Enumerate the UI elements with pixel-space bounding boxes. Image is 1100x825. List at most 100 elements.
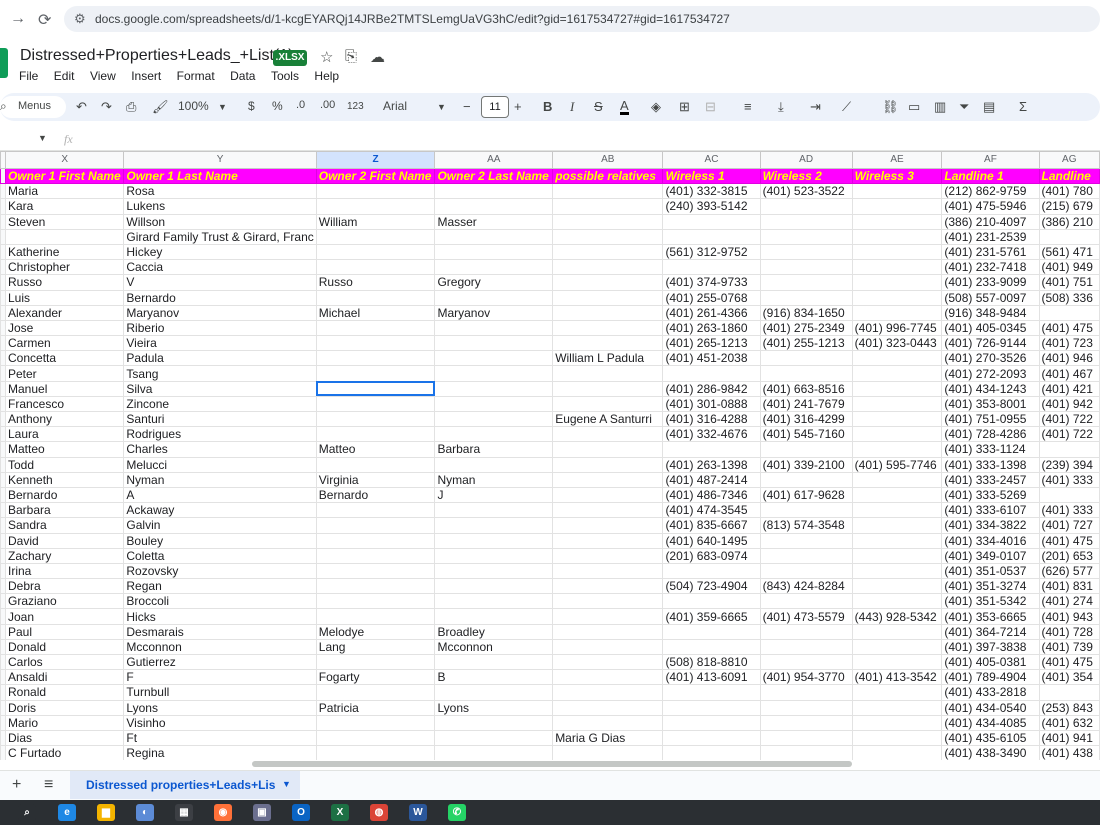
- cell-z[interactable]: [315, 395, 436, 413]
- cell-af[interactable]: (401) 333-6107: [941, 502, 1040, 519]
- cell-y[interactable]: Regan: [123, 578, 317, 595]
- cell-x[interactable]: Todd: [4, 456, 125, 473]
- cell-z[interactable]: [315, 426, 436, 443]
- cell-ag[interactable]: [1038, 684, 1100, 701]
- cell-z[interactable]: [315, 517, 436, 534]
- cell-ag[interactable]: (401) 949: [1038, 259, 1100, 276]
- cell-aa[interactable]: [434, 745, 554, 760]
- cell-ag[interactable]: (401) 467: [1038, 365, 1100, 382]
- cell-aa[interactable]: [434, 517, 554, 534]
- cell-ab[interactable]: [552, 714, 664, 731]
- fill-color-icon[interactable]: ◈: [651, 99, 661, 115]
- cell-ad[interactable]: (401) 473-5579: [759, 608, 853, 625]
- cell-ab[interactable]: [552, 426, 664, 443]
- cell-af[interactable]: (401) 353-6665: [941, 608, 1040, 625]
- cell-z[interactable]: [315, 593, 436, 610]
- cell-ab[interactable]: [552, 547, 664, 564]
- column-header-z[interactable]: Z: [315, 151, 436, 169]
- print-icon[interactable]: ⎙: [126, 99, 136, 115]
- paint-format-icon[interactable]: 🖌︎: [152, 99, 169, 115]
- cloud-status-icon[interactable]: ☁: [370, 48, 385, 66]
- cell-ag[interactable]: (401) 722: [1038, 410, 1100, 428]
- cell-ad[interactable]: [759, 213, 853, 230]
- cell-x[interactable]: Carlos: [4, 653, 125, 671]
- cell-ag[interactable]: (215) 679: [1038, 198, 1100, 215]
- cell-y[interactable]: F: [123, 669, 317, 686]
- cell-ad[interactable]: (401) 523-3522: [759, 183, 853, 200]
- cell-y[interactable]: Rosa: [123, 183, 317, 200]
- cell-ae[interactable]: [851, 486, 943, 504]
- name-box-dropdown-icon[interactable]: ▼: [38, 133, 47, 143]
- cell-ae[interactable]: [851, 259, 943, 276]
- decrease-decimal-button[interactable]: .0: [296, 99, 305, 111]
- cell-aa[interactable]: [434, 350, 554, 367]
- insert-link-icon[interactable]: ⛓︎: [882, 99, 899, 115]
- cell-x[interactable]: Concetta: [4, 350, 125, 367]
- taskbar-firefox-icon[interactable]: ◉: [214, 804, 232, 821]
- cell-ab[interactable]: [552, 395, 664, 413]
- cell-aa[interactable]: [434, 684, 554, 701]
- cell-ag[interactable]: (561) 471: [1038, 243, 1100, 261]
- cell-ac[interactable]: (561) 312-9752: [662, 243, 761, 261]
- menu-view[interactable]: View: [90, 69, 116, 83]
- redo-icon[interactable]: ↷: [101, 99, 112, 115]
- cell-ag[interactable]: (401) 946: [1038, 350, 1100, 367]
- cell-x[interactable]: Paul: [4, 623, 125, 640]
- search-menus-button[interactable]: ⌕ Menus: [0, 96, 66, 118]
- cell-ad[interactable]: [759, 471, 853, 488]
- cell-ag[interactable]: (239) 394: [1038, 456, 1100, 473]
- cell-y[interactable]: Galvin: [123, 517, 317, 534]
- cell-ab[interactable]: [552, 198, 664, 215]
- cell-ag[interactable]: [1038, 228, 1100, 245]
- cell-ae[interactable]: [851, 441, 943, 458]
- cell-aa[interactable]: Masser: [434, 213, 554, 230]
- menu-edit[interactable]: Edit: [54, 69, 75, 83]
- add-sheet-button[interactable]: +: [12, 776, 21, 794]
- cell-ac[interactable]: (401) 286-9842: [662, 380, 761, 397]
- cell-x[interactable]: C Furtado: [4, 745, 125, 760]
- cell-af[interactable]: Landline 1: [941, 167, 1040, 185]
- column-header-ac[interactable]: AC: [662, 151, 761, 169]
- cell-x[interactable]: Kara: [4, 198, 125, 215]
- cell-ad[interactable]: [759, 638, 853, 656]
- cell-ab[interactable]: William L Padula: [552, 350, 664, 367]
- cell-ae[interactable]: [851, 304, 943, 321]
- cell-af[interactable]: (401) 333-1124: [941, 441, 1040, 458]
- cell-af[interactable]: (401) 364-7214: [941, 623, 1040, 640]
- cell-ae[interactable]: (401) 595-7746: [851, 456, 943, 473]
- cell-ad[interactable]: (401) 545-7160: [759, 426, 853, 443]
- cell-z[interactable]: [315, 319, 436, 337]
- cell-aa[interactable]: [434, 365, 554, 382]
- cell-af[interactable]: (401) 349-0107: [941, 547, 1040, 564]
- spreadsheet-grid[interactable]: X Y Z AA AB AC AD AE AF AG Owner 1 First Name Owne…: [0, 151, 1100, 760]
- cell-ab[interactable]: [552, 304, 664, 321]
- cell-x[interactable]: Christopher: [4, 259, 125, 276]
- cell-z[interactable]: [315, 410, 436, 428]
- cell-ac[interactable]: (401) 332-3815: [662, 183, 761, 200]
- cell-ad[interactable]: Wireless 2: [759, 167, 853, 185]
- cell-ag[interactable]: (401) 421: [1038, 380, 1100, 397]
- cell-aa[interactable]: [434, 198, 554, 215]
- cell-z[interactable]: [315, 350, 436, 367]
- cell-af[interactable]: (401) 333-2457: [941, 471, 1040, 488]
- cell-aa[interactable]: [434, 319, 554, 337]
- cell-aa[interactable]: Gregory: [434, 274, 554, 291]
- cell-z[interactable]: [315, 562, 436, 580]
- cell-aa[interactable]: [434, 593, 554, 610]
- number-format-button[interactable]: 123: [347, 101, 364, 112]
- vertical-align-icon[interactable]: ⤓: [778, 99, 784, 115]
- cell-aa[interactable]: [434, 502, 554, 519]
- move-folder-icon[interactable]: ⎘: [345, 48, 357, 65]
- cell-y[interactable]: Coletta: [123, 547, 317, 564]
- cell-ag[interactable]: (401) 632: [1038, 714, 1100, 731]
- cell-z[interactable]: Patricia: [315, 699, 436, 716]
- cell-af[interactable]: (401) 789-4904: [941, 669, 1040, 686]
- taskbar-explorer-icon[interactable]: ▆: [97, 804, 115, 821]
- cell-z[interactable]: Melodye: [315, 623, 436, 640]
- filter-views-icon[interactable]: ▤: [983, 99, 995, 115]
- cell-ag[interactable]: (401) 942: [1038, 395, 1100, 413]
- column-header-ab[interactable]: AB: [552, 151, 664, 169]
- cell-ac[interactable]: (401) 265-1213: [662, 335, 761, 352]
- cell-ag[interactable]: [1038, 304, 1100, 321]
- cell-z[interactable]: Virginia: [315, 471, 436, 488]
